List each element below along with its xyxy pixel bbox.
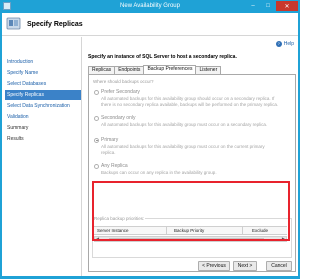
sidebar-item-select-data-synchronization[interactable]: Select Data Synchronization <box>5 101 81 111</box>
radio-primary[interactable] <box>94 137 99 143</box>
cancel-button[interactable]: Cancel <box>266 261 292 271</box>
tab-listener[interactable]: Listener <box>195 66 222 74</box>
option-prefer-secondary[interactable]: Prefer Secondary <box>94 89 140 95</box>
tab-backup-preferences[interactable]: Backup Preferences <box>143 65 197 74</box>
button-bar: < Previous Next > Cancel <box>84 259 298 276</box>
desc-line: All automated backups for this availabil… <box>101 96 275 101</box>
desc-line: Backups can occur on any replica in the … <box>101 170 217 175</box>
option-primary[interactable]: Primary <box>94 137 118 143</box>
sidebar-item-specify-name[interactable]: Specify Name <box>5 68 81 78</box>
radio-prefer-secondary[interactable] <box>94 89 99 95</box>
window: New Availability Group – □ ✕ Specify Rep… <box>0 0 300 279</box>
option-description: All automated backups for this availabil… <box>101 122 291 128</box>
sidebar-item-select-databases[interactable]: Select Databases <box>5 79 81 89</box>
highlight-annotation <box>92 181 290 241</box>
sidebar-item-validation[interactable]: Validation <box>5 112 81 122</box>
page-title: Specify Replicas <box>27 21 83 28</box>
option-label: Prefer Secondary <box>101 89 140 95</box>
title-bar: New Availability Group – □ ✕ <box>0 0 300 13</box>
desc-line: All automated backups for this availabil… <box>101 144 265 149</box>
option-description: Backups can occur on any replica in the … <box>101 170 291 176</box>
option-secondary-only[interactable]: Secondary only <box>94 115 135 121</box>
tab-strip: Replicas Endpoints Backup Preferences Li… <box>88 65 222 74</box>
sidebar-item-results: Results <box>7 136 24 142</box>
tab-replicas[interactable]: Replicas <box>88 66 116 74</box>
window-controls: – □ ✕ <box>246 1 298 11</box>
sidebar-item-specify-replicas[interactable]: Specify Replicas <box>5 90 81 100</box>
option-description: All automated backups for this availabil… <box>101 96 291 107</box>
option-description: All automated backups for this availabil… <box>101 144 291 155</box>
wizard-nav: Introduction Specify Name Select Databas… <box>2 37 82 276</box>
tab-endpoints[interactable]: Endpoints <box>114 66 145 74</box>
instruction-text: Specify an instance of SQL Server to hos… <box>88 54 237 60</box>
option-any-replica[interactable]: Any Replica <box>94 163 128 169</box>
page-header: Specify Replicas <box>2 13 298 36</box>
help-icon: ? <box>275 41 282 47</box>
radio-any-replica[interactable] <box>94 163 99 169</box>
sidebar-item-summary: Summary <box>7 125 29 131</box>
replicas-icon <box>6 17 21 30</box>
option-label: Secondary only <box>101 115 136 121</box>
previous-button[interactable]: < Previous <box>198 261 230 271</box>
backup-location-question: Where should backups occur? <box>93 79 154 84</box>
help-link[interactable]: ? Help <box>275 41 294 47</box>
option-label: Primary <box>101 137 119 143</box>
desc-line: replica. <box>101 149 116 155</box>
sidebar-item-introduction[interactable]: Introduction <box>5 57 81 67</box>
option-label: Any Replica <box>101 163 128 169</box>
maximize-icon[interactable]: □ <box>261 1 275 11</box>
backup-preferences-panel: Where should backups occur? Prefer Secon… <box>88 74 296 272</box>
close-icon[interactable]: ✕ <box>276 1 298 11</box>
desc-line: there is no secondary replica available,… <box>101 101 279 107</box>
desc-line: All automated backups for this availabil… <box>101 122 268 127</box>
help-label: Help <box>283 41 294 47</box>
next-button[interactable]: Next > <box>233 261 257 271</box>
minimize-icon[interactable]: – <box>246 1 260 11</box>
radio-secondary-only[interactable] <box>94 115 99 121</box>
